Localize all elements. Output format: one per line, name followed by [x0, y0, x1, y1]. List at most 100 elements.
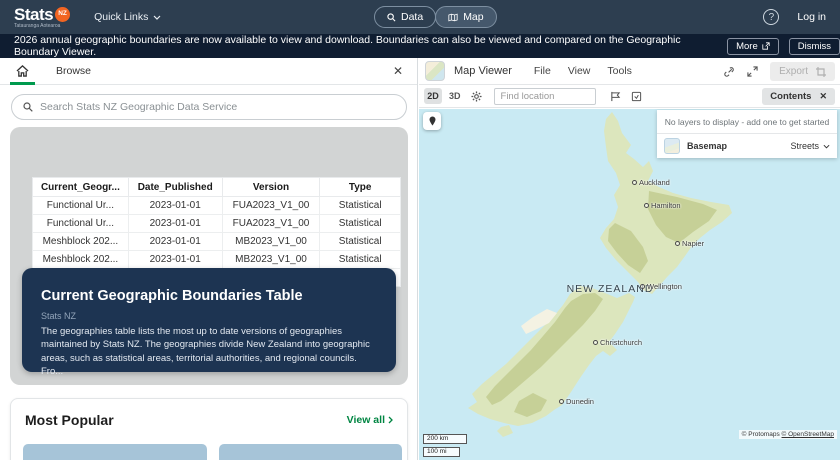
- search-input[interactable]: [40, 101, 406, 113]
- popular-item-thumbnail[interactable]: [23, 444, 207, 460]
- view-all-link[interactable]: View all: [347, 414, 393, 426]
- table-cell: Statistical: [319, 232, 401, 251]
- more-label: More: [736, 40, 758, 52]
- banner-more-button[interactable]: More: [727, 37, 779, 55]
- city-marker-dunedin: Dunedin: [559, 397, 594, 406]
- map-viewer-panel: Map Viewer File View Tools Export 2D 3D: [419, 58, 840, 460]
- city-dot: [559, 399, 564, 404]
- col-header: Type: [319, 177, 401, 197]
- map-attribution: © Protomaps © OpenStreetMap: [738, 430, 837, 439]
- data-button-label: Data: [401, 11, 424, 23]
- quick-links-menu[interactable]: Quick Links: [94, 11, 161, 23]
- map-toolbar: 2D 3D Contents ✕: [419, 85, 840, 108]
- find-location-input[interactable]: [493, 87, 596, 105]
- search-icon: [23, 102, 33, 112]
- quick-links-label: Quick Links: [94, 11, 149, 23]
- city-dot: [593, 340, 598, 345]
- basemap-label: Basemap: [687, 141, 728, 151]
- menu-file[interactable]: File: [534, 65, 551, 77]
- table-cell: Statistical: [319, 196, 401, 215]
- map-button[interactable]: Map: [435, 6, 497, 28]
- announcement-banner: 2026 annual geographic boundaries are no…: [0, 34, 840, 58]
- menu-tools[interactable]: Tools: [607, 65, 632, 77]
- city-label: Dunedin: [566, 397, 594, 406]
- search-box: [11, 94, 407, 120]
- logo-brand: Stats: [14, 4, 54, 24]
- share-link-icon[interactable]: [724, 66, 735, 77]
- chevron-down-icon: [823, 144, 830, 148]
- scale-bar-km: 200 km: [423, 434, 467, 444]
- tab-browse[interactable]: Browse: [56, 65, 91, 77]
- mode-2d-button[interactable]: 2D: [424, 88, 442, 104]
- banner-dismiss-button[interactable]: Dismiss: [788, 37, 840, 55]
- table-cell: 2023-01-01: [127, 214, 223, 233]
- help-icon[interactable]: ?: [763, 9, 780, 25]
- city-dot: [632, 180, 637, 185]
- no-layers-message: No layers to display - add one to get st…: [657, 110, 837, 134]
- map-pin-button[interactable]: [423, 112, 441, 130]
- table-cell: FUA2023_V1_00: [221, 196, 321, 215]
- table-cell: MB2023_V1_00: [221, 232, 321, 251]
- layers-panel: No layers to display - add one to get st…: [657, 110, 837, 158]
- map-button-label: Map: [463, 11, 484, 23]
- contents-close-icon: ✕: [819, 91, 827, 101]
- login-link[interactable]: Log in: [797, 11, 826, 23]
- export-button[interactable]: Export: [770, 62, 835, 81]
- app-window: Stats NZ Tatauranga Aotearoa Quick Links…: [0, 0, 840, 460]
- top-header: Stats NZ Tatauranga Aotearoa Quick Links…: [0, 0, 840, 34]
- table-header-row: Current_Geogr... Date_Published Version …: [32, 177, 401, 197]
- basemap-thumbnail-icon: [664, 138, 680, 154]
- table-cell: Meshblock 202...: [32, 250, 129, 269]
- city-label: Hamilton: [651, 201, 681, 210]
- table-cell: Functional Ur...: [32, 214, 129, 233]
- basemap-select[interactable]: Streets: [790, 141, 830, 151]
- map-viewer-header: Map Viewer File View Tools Export: [419, 58, 840, 85]
- table-cell: 2023-01-01: [127, 196, 223, 215]
- table-cell: FUA2023_V1_00: [221, 214, 321, 233]
- tab-home[interactable]: [0, 58, 44, 85]
- col-header: Current_Geogr...: [32, 177, 129, 197]
- contents-button[interactable]: Contents ✕: [762, 88, 835, 105]
- data-button[interactable]: Data: [374, 6, 437, 28]
- attribution-protomaps: © Protomaps: [741, 431, 780, 438]
- save-layer-icon[interactable]: [631, 91, 642, 102]
- dataset-title: Current Geographic Boundaries Table: [41, 288, 303, 304]
- city-marker-wellington: Wellington: [640, 282, 682, 291]
- city-marker-christchurch: Christchurch: [593, 338, 642, 347]
- pushpin-icon: [429, 116, 435, 125]
- active-tab-underline: [10, 81, 35, 85]
- menu-view[interactable]: View: [568, 65, 591, 77]
- banner-text: 2026 annual geographic boundaries are no…: [14, 34, 681, 58]
- city-marker-auckland: Auckland: [632, 178, 670, 187]
- map-viewer-title: Map Viewer: [454, 65, 512, 77]
- fullscreen-icon[interactable]: [747, 66, 758, 77]
- search-icon: [387, 12, 396, 21]
- col-header: Version: [221, 177, 321, 197]
- table-row: Meshblock 202... 2023-01-01 MB2023_V1_00…: [32, 250, 401, 269]
- chevron-right-icon: [388, 416, 393, 424]
- featured-dataset-card[interactable]: Current_Geogr... Date_Published Version …: [10, 127, 408, 385]
- table-cell: MB2023_V1_00: [221, 250, 321, 269]
- col-header: Date_Published: [127, 177, 223, 197]
- chevron-down-icon: [153, 15, 161, 20]
- dataset-info-card[interactable]: Current Geographic Boundaries Table Stat…: [22, 268, 396, 377]
- table-row: Meshblock 202... 2023-01-01 MB2023_V1_00…: [32, 232, 401, 251]
- popular-item-thumbnail[interactable]: [219, 444, 402, 460]
- mode-3d-button[interactable]: 3D: [449, 91, 461, 101]
- logo-tagline: Tatauranga Aotearoa: [14, 22, 61, 29]
- stats-nz-logo[interactable]: Stats NZ Tatauranga Aotearoa: [14, 4, 71, 29]
- settings-gear-icon[interactable]: [470, 90, 482, 102]
- basemap-row[interactable]: Basemap Streets: [657, 134, 837, 158]
- legend-flag-icon[interactable]: [610, 91, 621, 102]
- crop-icon: [816, 66, 826, 77]
- attribution-osm-link[interactable]: © OpenStreetMap: [782, 431, 834, 438]
- map-canvas[interactable]: No layers to display - add one to get st…: [419, 109, 840, 460]
- close-panel-icon[interactable]: ✕: [393, 64, 403, 78]
- dataset-description: The geographies table lists the most up …: [41, 326, 370, 377]
- city-marker-hamilton: Hamilton: [644, 201, 681, 210]
- city-label: Napier: [682, 239, 705, 248]
- city-marker-napier: Napier: [675, 239, 704, 248]
- export-label: Export: [779, 66, 808, 77]
- view-all-label: View all: [346, 414, 385, 426]
- city-label: Christchurch: [600, 338, 643, 347]
